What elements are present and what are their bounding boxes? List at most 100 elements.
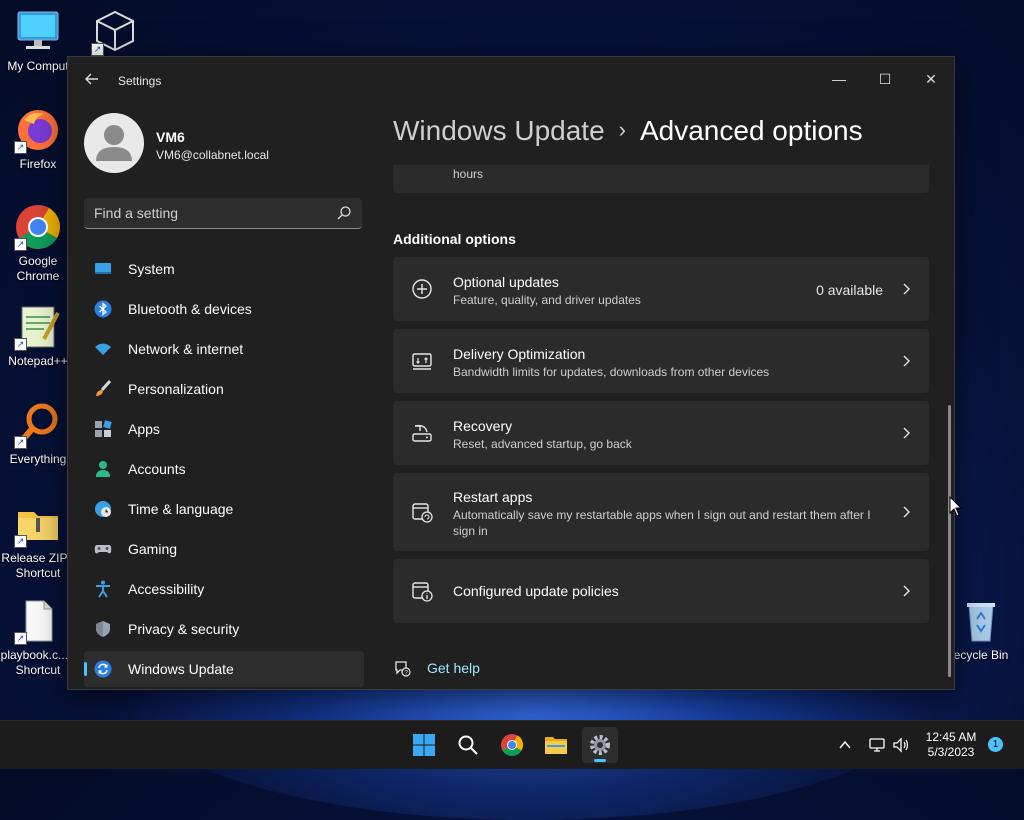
taskbar-file-explorer-button[interactable] xyxy=(538,727,574,763)
taskbar-chrome-button[interactable] xyxy=(494,727,530,763)
cube-icon: ↗ xyxy=(91,8,139,56)
optional-updates-card[interactable]: Optional updates Feature, quality, and d… xyxy=(393,257,929,321)
notification-badge[interactable]: 1 xyxy=(988,737,1003,752)
sidebar-nav: System Bluetooth & devices Network & int… xyxy=(84,251,364,689)
shortcut-arrow-icon: ↗ xyxy=(91,43,104,56)
sidebar-item-accessibility[interactable]: Accessibility xyxy=(84,571,364,607)
sidebar-item-system[interactable]: System xyxy=(84,251,364,287)
back-button[interactable] xyxy=(82,71,102,91)
sidebar-item-privacy-security[interactable]: Privacy & security xyxy=(84,611,364,647)
settings-window: Settings — ☐ ✕ VM6 VM6@collabnet.local S… xyxy=(67,56,955,690)
desktop-icon-firefox[interactable]: ↗ Firefox xyxy=(0,106,76,172)
desktop-icon-recycle-bin[interactable]: ecycle Bin xyxy=(946,597,1016,663)
shield-icon xyxy=(96,621,110,637)
profile-email: VM6@collabnet.local xyxy=(156,148,269,162)
notepad-plus-plus-icon: ↗ xyxy=(14,303,62,351)
sidebar-item-personalization[interactable]: Personalization xyxy=(84,371,364,407)
desktop-icon-everything[interactable]: ↗ Everything xyxy=(0,401,76,467)
recovery-card[interactable]: Recovery Reset, advanced startup, go bac… xyxy=(393,401,929,465)
search-icon xyxy=(337,206,351,220)
person-icon xyxy=(96,461,110,477)
speaker-icon[interactable] xyxy=(892,736,910,754)
sidebar-item-label: Personalization xyxy=(128,381,224,397)
maximize-button[interactable]: ☐ xyxy=(862,63,908,95)
card-title: Recovery xyxy=(453,418,513,434)
avatar[interactable] xyxy=(84,113,144,173)
windows-logo-icon xyxy=(413,734,435,756)
desktop-icon-label: ecycle Bin xyxy=(953,648,1009,662)
gear-icon xyxy=(590,735,610,755)
title-bar[interactable]: Settings — ☐ ✕ xyxy=(68,57,954,105)
app-title: Settings xyxy=(118,74,162,88)
search-box[interactable] xyxy=(84,198,362,229)
system-clock[interactable]: 12:45 AM 5/3/2023 xyxy=(920,730,982,760)
get-help-link[interactable]: ? Get help xyxy=(393,657,593,681)
desktop-icon-label: playbook.c... - Shortcut xyxy=(0,648,76,677)
sidebar-item-label: Apps xyxy=(128,421,160,437)
card-title: Delivery Optimization xyxy=(453,346,586,362)
sidebar-item-network[interactable]: Network & internet xyxy=(84,331,364,367)
clock-date: 5/3/2023 xyxy=(927,745,975,759)
sidebar-item-gaming[interactable]: Gaming xyxy=(84,531,364,567)
network-wired-icon[interactable] xyxy=(868,736,886,754)
sidebar-item-accounts[interactable]: Accounts xyxy=(84,451,364,487)
system-icon xyxy=(95,263,111,274)
partial-setting-card[interactable]: hours xyxy=(393,165,929,193)
help-chat-icon: ? xyxy=(395,661,411,677)
sidebar-item-label: System xyxy=(128,261,175,277)
sidebar-item-apps[interactable]: Apps xyxy=(84,411,364,447)
desktop-icon-my-computer[interactable]: My Comput xyxy=(0,8,76,74)
desktop-icon-label: Release ZIP - Shortcut xyxy=(1,551,75,580)
sidebar-item-label: Accounts xyxy=(128,461,186,477)
breadcrumb-parent-link[interactable]: Windows Update xyxy=(393,115,605,146)
page-title: Advanced options xyxy=(639,115,863,146)
chevron-right-icon xyxy=(903,506,910,518)
restart-apps-icon xyxy=(412,503,433,523)
sidebar-item-bluetooth[interactable]: Bluetooth & devices xyxy=(84,291,364,327)
delivery-optimization-icon xyxy=(412,353,432,370)
shortcut-arrow-icon: ↗ xyxy=(14,141,27,154)
minimize-icon: — xyxy=(832,71,846,87)
configured-update-policies-card[interactable]: Configured update policies xyxy=(393,559,929,623)
minimize-button[interactable]: — xyxy=(816,63,862,95)
desktop-icon-google-chrome[interactable]: ↗ Google Chrome xyxy=(0,203,76,284)
clock-globe-icon xyxy=(95,501,111,517)
start-button[interactable] xyxy=(406,727,442,763)
restart-apps-card[interactable]: Restart apps Automatically save my resta… xyxy=(393,473,929,551)
search-input[interactable] xyxy=(94,204,324,222)
taskbar-search-button[interactable] xyxy=(450,727,486,763)
sidebar-item-label: Gaming xyxy=(128,541,178,557)
desktop-icon-playbook[interactable]: ↗ playbook.c... - Shortcut xyxy=(0,597,76,678)
sidebar-item-windows-update[interactable]: Windows Update xyxy=(84,651,364,687)
card-title: Restart apps xyxy=(453,489,533,505)
desktop-icon-label: Notepad++ xyxy=(8,354,68,368)
desktop-icon-label: My Comput xyxy=(7,59,69,73)
sidebar-item-label: Time & language xyxy=(128,501,234,517)
desktop-icon-release-zip[interactable]: ↗ Release ZIP - Shortcut xyxy=(0,500,76,581)
shortcut-arrow-icon: ↗ xyxy=(14,535,27,548)
maximize-icon: ☐ xyxy=(878,71,892,87)
card-description: Reset, advanced startup, go back xyxy=(453,437,632,451)
sidebar-item-time-language[interactable]: Time & language xyxy=(84,491,364,527)
monitor-icon xyxy=(14,8,62,56)
chevron-right-icon xyxy=(903,427,910,439)
desktop-icon-3d-box[interactable]: ↗ xyxy=(77,8,153,59)
content-scroll-area[interactable]: hours Additional options Optional update… xyxy=(393,165,929,689)
close-icon: ✕ xyxy=(925,71,937,87)
close-button[interactable]: ✕ xyxy=(908,63,954,95)
section-title: Additional options xyxy=(393,231,516,247)
bluetooth-icon xyxy=(94,300,112,318)
scrollbar[interactable] xyxy=(948,405,951,677)
chevron-right-icon xyxy=(903,283,910,295)
delivery-optimization-card[interactable]: Delivery Optimization Bandwidth limits f… xyxy=(393,329,929,393)
sidebar-item-label: Privacy & security xyxy=(128,621,240,637)
desktop-icon-notepad-plus-plus[interactable]: ↗ Notepad++ xyxy=(0,303,76,369)
taskbar-settings-button[interactable] xyxy=(582,727,618,763)
chevron-up-icon[interactable] xyxy=(838,738,852,752)
wifi-icon xyxy=(95,343,111,355)
plus-circle-icon xyxy=(412,279,432,299)
folder-zip-icon: ↗ xyxy=(14,500,62,548)
sidebar-item-label: Windows Update xyxy=(128,661,234,677)
mouse-cursor-icon xyxy=(949,496,963,517)
get-help-label: Get help xyxy=(427,660,480,676)
